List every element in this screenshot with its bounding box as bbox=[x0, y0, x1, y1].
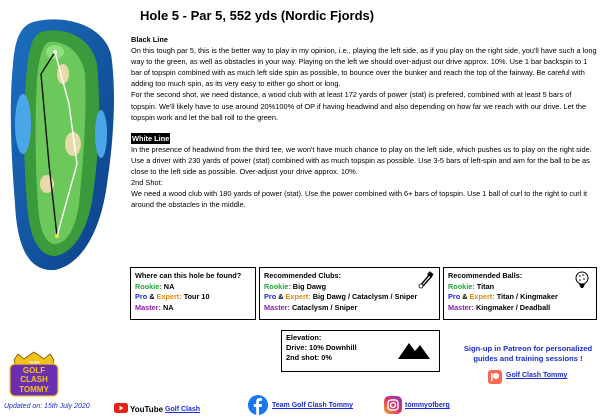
expert-label: Expert: bbox=[285, 292, 311, 301]
mountain-icon bbox=[397, 337, 431, 364]
golf-ball-icon bbox=[574, 271, 590, 293]
white-line-paragraph-2: We need a wood club with 180 yards of po… bbox=[131, 189, 588, 210]
master-value: NA bbox=[162, 302, 174, 312]
team-logo: TEAM GOLF CLASH TOMMY bbox=[4, 350, 64, 400]
master-label: Master: bbox=[448, 302, 474, 312]
recommended-clubs-box: Recommended Clubs: Rookie: Big Dawg Pro … bbox=[259, 267, 440, 320]
patreon-promo-text: Sign-up in Patreon for personalized guid… bbox=[463, 344, 593, 363]
pro-label: Pro bbox=[448, 292, 461, 301]
rookie-label: Rookie: bbox=[448, 281, 475, 291]
youtube-wordmark: YouTube bbox=[130, 404, 164, 414]
pro-label: Pro bbox=[135, 292, 148, 301]
white-line-second-shot-label: 2nd Shot: bbox=[131, 178, 163, 188]
recommended-balls-heading: Recommended Balls: bbox=[448, 271, 523, 280]
instagram-link[interactable]: tommyofberg bbox=[405, 402, 450, 409]
guide-content: Black Line On this tough par 5, this is … bbox=[131, 34, 599, 210]
ampersand: & bbox=[462, 292, 468, 301]
page-title: Hole 5 - Par 5, 552 yds (Nordic Fjords) bbox=[140, 8, 375, 23]
elevation-box: Elevation: Drive: 10% Downhill 2nd shot:… bbox=[281, 330, 440, 372]
patreon-icon[interactable] bbox=[488, 370, 502, 389]
logo-tommy-text: TOMMY bbox=[19, 385, 49, 394]
master-label: Master: bbox=[264, 302, 290, 312]
rookie-value: Big Dawg bbox=[292, 281, 327, 291]
logo-team-text: TEAM bbox=[28, 360, 40, 365]
black-line-heading: Black Line bbox=[131, 35, 168, 44]
master-value: Cataclysm / Sniper bbox=[291, 302, 358, 312]
logo-clash-text: CLASH bbox=[20, 375, 48, 384]
black-line-paragraph-1: On this tough par 5, this is the better … bbox=[131, 46, 597, 89]
black-line-paragraph-2: For the second shot, we need distance, a… bbox=[131, 90, 587, 122]
rookie-value: Titan bbox=[476, 281, 495, 291]
patreon-link[interactable]: Golf Clash Tommy bbox=[506, 372, 567, 379]
hole-map-image bbox=[3, 14, 117, 276]
recommended-balls-box: Recommended Balls: Rookie: Titan Pro & E… bbox=[443, 267, 597, 320]
hole-location-heading: Where can this hole be found? bbox=[135, 271, 242, 280]
logo-golf-text: GOLF bbox=[23, 366, 45, 375]
facebook-link[interactable]: Team Golf Clash Tommy bbox=[272, 402, 353, 409]
expert-label: Expert: bbox=[156, 292, 182, 301]
ampersand: & bbox=[149, 292, 155, 301]
pro-value: Big Dawg / Cataclysm / Sniper bbox=[312, 292, 418, 301]
rookie-value: NA bbox=[163, 281, 175, 291]
expert-label: Expert: bbox=[469, 292, 495, 301]
facebook-icon[interactable] bbox=[248, 395, 268, 420]
rookie-label: Rookie: bbox=[264, 281, 291, 291]
recommended-clubs-heading: Recommended Clubs: bbox=[264, 271, 342, 280]
instagram-icon[interactable] bbox=[384, 396, 402, 419]
ampersand: & bbox=[278, 292, 284, 301]
pro-value: Tour 10 bbox=[183, 292, 210, 301]
master-value: Kingmaker / Deadball bbox=[475, 302, 551, 312]
pro-label: Pro bbox=[264, 292, 277, 301]
white-line-paragraph-1: In the presence of headwind from the thi… bbox=[131, 144, 592, 177]
golf-club-icon bbox=[417, 271, 435, 293]
rookie-label: Rookie: bbox=[135, 281, 162, 291]
hole-location-box: Where can this hole be found? Rookie: NA… bbox=[130, 267, 256, 320]
updated-date: Updated on: 15th July 2020 bbox=[4, 403, 90, 410]
youtube-link[interactable]: Golf Clash bbox=[165, 406, 200, 413]
youtube-link-group[interactable]: YouTube Golf Clash bbox=[114, 400, 200, 418]
white-line-heading: White Line bbox=[131, 132, 171, 144]
youtube-icon[interactable] bbox=[114, 400, 128, 418]
master-label: Master: bbox=[135, 302, 161, 312]
pro-value: Titan / Kingmaker bbox=[496, 292, 558, 301]
